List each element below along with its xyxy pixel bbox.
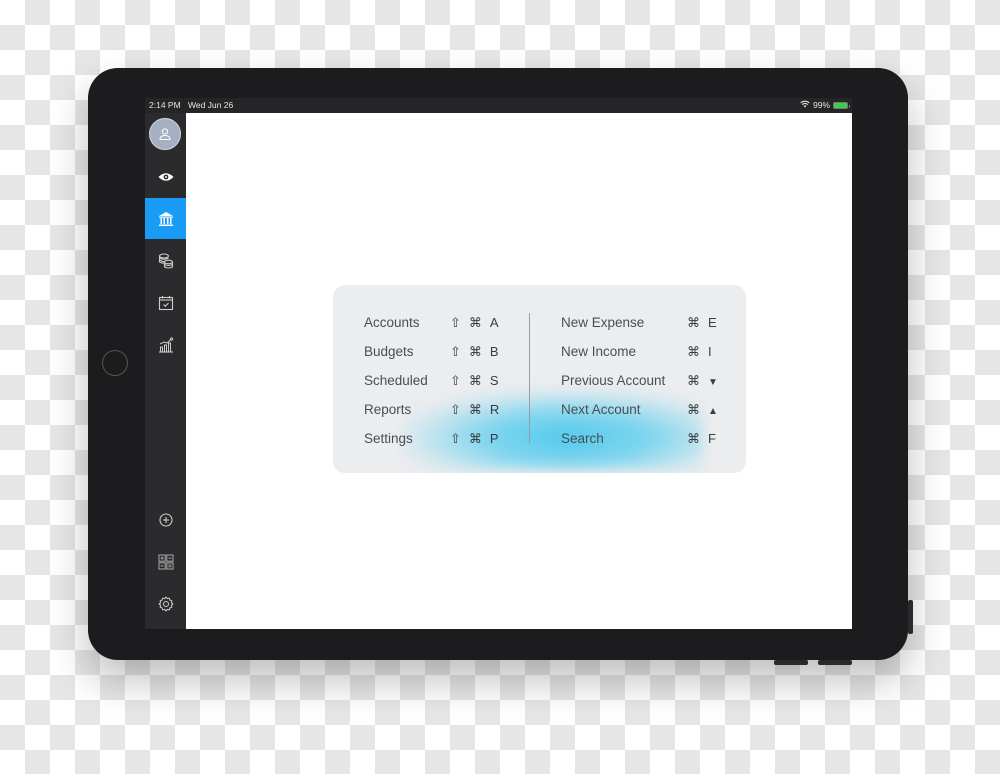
hardware-button	[818, 660, 852, 665]
down-arrow-key: ▼	[708, 377, 718, 388]
shift-key: ⇧	[450, 315, 461, 330]
sidebar-item-add[interactable]	[145, 499, 186, 540]
shortcut-label: Scheduled	[364, 373, 428, 388]
letter-key: I	[708, 344, 712, 359]
calendar-check-icon	[158, 295, 173, 310]
shortcut-label: New Expense	[561, 315, 645, 330]
coins-icon	[158, 252, 173, 269]
home-button[interactable]	[102, 350, 128, 376]
plus-circle-icon	[158, 512, 173, 527]
hardware-button	[774, 660, 808, 665]
shortcut-keys: ⌘ ▼	[687, 366, 718, 397]
shift-key: ⇧	[450, 373, 461, 388]
sidebar-item-overview[interactable]	[145, 156, 186, 197]
command-key: ⌘	[687, 315, 700, 330]
letter-key: S	[489, 373, 499, 388]
letter-key: P	[489, 431, 499, 446]
sidebar-item-calculator[interactable]	[145, 541, 186, 582]
command-key: ⌘	[468, 315, 482, 330]
command-key: ⌘	[468, 344, 482, 359]
keyboard-shortcuts-panel: Accounts ⇧ ⌘ A Budgets ⇧ ⌘ B Scheduled ⇧ ⌘ S R…	[333, 285, 746, 473]
bank-icon	[158, 211, 173, 226]
letter-key: R	[489, 402, 500, 417]
shortcut-keys: ⇧ ⌘ A	[450, 308, 499, 337]
eye-icon	[158, 172, 173, 181]
user-icon	[159, 128, 171, 140]
shortcut-keys: ⇧ ⌘ R	[450, 395, 499, 424]
shortcut-keys: ⇧ ⌘ P	[450, 424, 499, 453]
shortcut-label: New Income	[561, 344, 637, 359]
command-key: ⌘	[687, 344, 700, 359]
shortcut-label: Budgets	[364, 344, 414, 359]
letter-key: A	[489, 315, 499, 330]
calculator-icon	[158, 554, 173, 569]
command-key: ⌘	[687, 402, 700, 417]
chart-icon	[158, 336, 173, 353]
sidebar-item-budgets[interactable]	[145, 240, 186, 281]
sidebar-item-reports[interactable]	[145, 324, 186, 365]
letter-key: B	[489, 344, 499, 359]
sidebar-item-settings[interactable]	[145, 583, 186, 624]
sidebar	[145, 113, 186, 629]
letter-key: F	[708, 431, 716, 446]
wifi-icon	[800, 98, 810, 113]
shortcut-label: Search	[561, 431, 604, 446]
command-key: ⌘	[468, 402, 482, 417]
focus-glow	[403, 390, 703, 470]
command-key: ⌘	[687, 373, 700, 388]
command-key: ⌘	[468, 373, 482, 388]
shortcut-keys: ⇧ ⌘ B	[450, 337, 499, 366]
avatar[interactable]	[149, 118, 181, 150]
sidebar-item-accounts[interactable]	[145, 198, 186, 239]
shortcut-label: Settings	[364, 431, 413, 446]
shift-key: ⇧	[450, 431, 461, 446]
shift-key: ⇧	[450, 402, 461, 417]
command-key: ⌘	[687, 431, 700, 446]
shortcut-keys: ⌘ ▲	[687, 395, 718, 426]
shortcut-label: Previous Account	[561, 373, 666, 388]
shortcut-keys: ⇧ ⌘ S	[450, 366, 499, 395]
battery-charging-icon	[833, 102, 850, 109]
screen: 2:14 PM Wed Jun 26 99% Accounts ⇧ ⌘ A Bu…	[145, 98, 852, 629]
main-content: Accounts ⇧ ⌘ A Budgets ⇧ ⌘ B Scheduled ⇧ ⌘ S R…	[186, 113, 852, 629]
shortcut-label: Reports	[364, 402, 412, 417]
status-time: 2:14 PM	[149, 100, 181, 110]
letter-key: E	[708, 315, 717, 330]
sidebar-item-scheduled[interactable]	[145, 282, 186, 323]
column-divider	[529, 313, 530, 444]
shortcut-label: Next Account	[561, 402, 641, 417]
command-key: ⌘	[468, 431, 482, 446]
up-arrow-key: ▲	[708, 406, 718, 417]
gear-icon	[158, 596, 173, 611]
volume-button	[908, 600, 913, 634]
status-date: Wed Jun 26	[188, 100, 234, 110]
shortcut-keys: ⌘ I	[687, 337, 712, 366]
shift-key: ⇧	[450, 344, 461, 359]
battery-percent: 99%	[812, 100, 830, 110]
status-bar: 2:14 PM Wed Jun 26 99%	[145, 98, 852, 113]
shortcut-keys: ⌘ F	[687, 424, 716, 453]
shortcut-label: Accounts	[364, 315, 420, 330]
shortcut-keys: ⌘ E	[687, 308, 717, 337]
